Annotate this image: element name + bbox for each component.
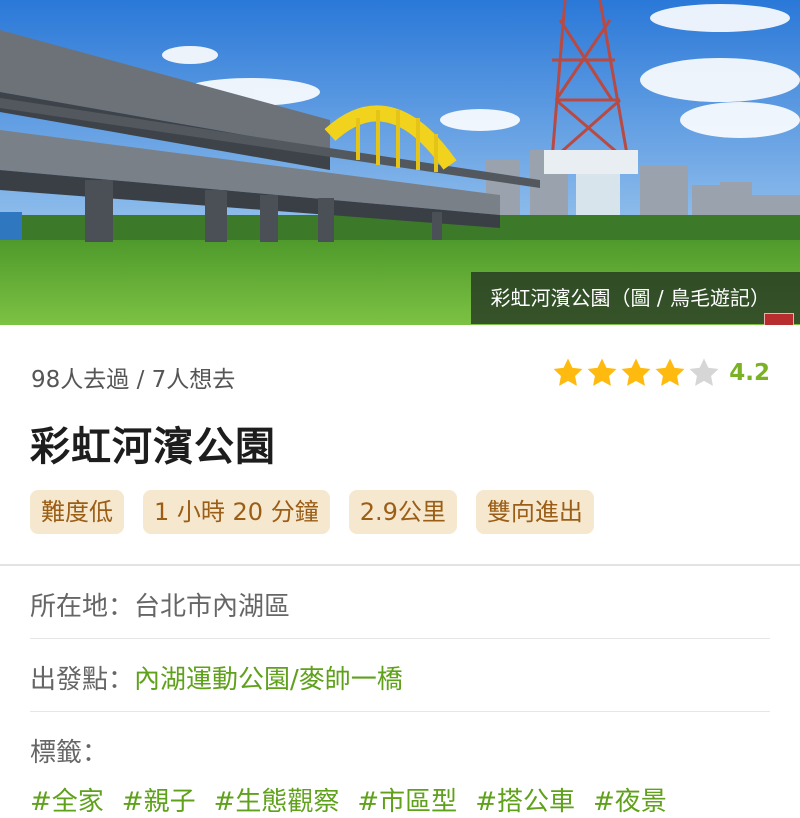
section-divider: [0, 564, 800, 566]
star-icon: [553, 358, 583, 386]
star-icon: [655, 358, 685, 386]
feature-tags: 難度低 1 小時 20 分鐘 2.9公里 雙向進出: [30, 490, 594, 534]
rating: 4.2: [551, 356, 770, 390]
tag-difficulty: 難度低: [30, 490, 124, 534]
star-icon: [689, 358, 719, 386]
rating-stars: [551, 356, 721, 390]
tag-duration: 1 小時 20 分鐘: [143, 490, 330, 534]
trail-title: 彩虹河濱公園: [30, 424, 276, 470]
star-icon: [621, 358, 651, 386]
location-label: 所在地：: [30, 592, 135, 622]
start-row: 出發點：內湖運動公園/麥帥一橋: [30, 659, 403, 696]
start-link[interactable]: 內湖運動公園/麥帥一橋: [134, 665, 403, 695]
tag-distance: 2.9公里: [348, 490, 457, 534]
location-row: 所在地：台北市內湖區: [30, 586, 290, 623]
rating-score: 4.2: [729, 360, 770, 386]
labels-heading: 標籤：: [30, 738, 109, 768]
row-divider: [30, 711, 770, 712]
watermark-badge: [764, 313, 794, 325]
tag-access: 雙向進出: [475, 490, 594, 534]
star-icon: [587, 358, 617, 386]
trail-photo[interactable]: 彩虹河濱公園（圖 / 鳥毛遊記）: [0, 0, 800, 325]
row-divider: [30, 638, 770, 639]
photo-caption: 彩虹河濱公園（圖 / 鳥毛遊記）: [470, 272, 800, 324]
location-value: 台北市內湖區: [134, 592, 291, 622]
visit-counts: 98人去過 / 7人想去: [31, 367, 236, 393]
start-label: 出發點：: [30, 665, 135, 695]
